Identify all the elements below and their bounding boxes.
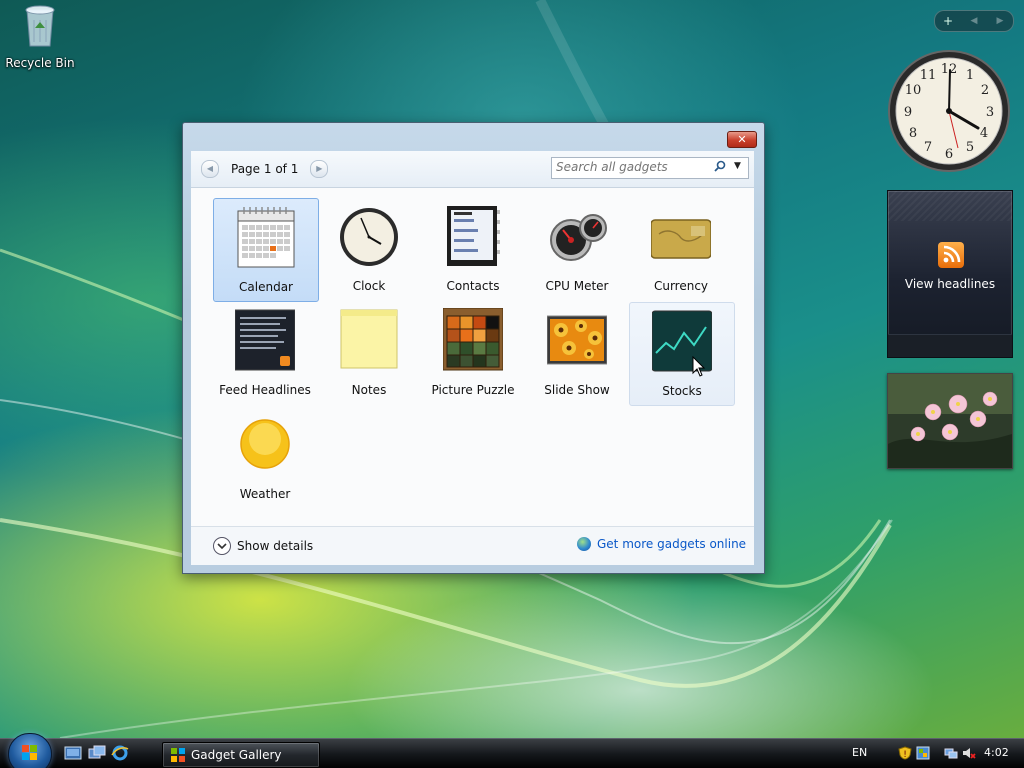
- recycle-bin[interactable]: Recycle Bin: [4, 2, 76, 70]
- language-indicator[interactable]: EN: [852, 746, 867, 759]
- next-page-button[interactable]: ▶: [310, 160, 329, 178]
- clock-time[interactable]: 4:02: [984, 746, 1009, 759]
- get-more-gadgets-label: Get more gadgets online: [597, 537, 747, 551]
- gadget-clock[interactable]: Clock: [317, 198, 421, 300]
- taskbar: Gadget Gallery EN ! 4:02: [0, 733, 1024, 768]
- gadget-name: Contacts: [446, 279, 500, 293]
- svg-text:3: 3: [986, 105, 994, 120]
- network-icon[interactable]: [944, 746, 958, 760]
- get-more-gadgets-link[interactable]: Get more gadgets online: [577, 537, 746, 551]
- windows-logo-icon: [22, 745, 37, 760]
- slide-show-icon: [547, 315, 607, 365]
- picture-puzzle-icon: [443, 308, 503, 371]
- contacts-icon: [447, 206, 500, 266]
- close-button[interactable]: ✕: [727, 131, 757, 148]
- gadget-name: Weather: [239, 487, 291, 501]
- gadget-cpu-meter[interactable]: CPU Meter: [525, 198, 629, 300]
- currency-icon: [651, 219, 711, 259]
- gadget-name: Notes: [351, 383, 387, 397]
- svg-text:10: 10: [905, 83, 922, 98]
- sidebar-controls: + ◀ ▶: [934, 10, 1014, 32]
- svg-text:8: 8: [909, 126, 917, 141]
- gadget-name: Feed Headlines: [219, 383, 311, 397]
- svg-text:5: 5: [966, 140, 974, 155]
- gadget-notes[interactable]: Notes: [317, 302, 421, 404]
- recycle-bin-label: Recycle Bin: [5, 56, 75, 70]
- gadget-calendar[interactable]: Calendar: [213, 198, 319, 302]
- show-details-toggle[interactable]: Show details: [213, 537, 313, 555]
- sidebar-next-button[interactable]: ▶: [987, 11, 1013, 31]
- feed-header-strip: [888, 191, 1012, 221]
- chevron-down-icon: [213, 537, 231, 555]
- gadget-grid: Calendar Clock Contacts CPU Meter Curren…: [191, 188, 754, 526]
- globe-icon: [577, 537, 591, 551]
- show-desktop-icon[interactable]: [64, 745, 82, 761]
- search-dropdown-icon[interactable]: ▼: [734, 161, 741, 171]
- feed-footer-strip: [888, 334, 1012, 357]
- svg-text:4: 4: [980, 126, 988, 141]
- clock-gadget[interactable]: 12 12 345 678 91011: [886, 48, 1012, 174]
- gadget-contacts[interactable]: Contacts: [421, 198, 525, 300]
- pager: ◀ Page 1 of 1 ▶: [201, 159, 329, 179]
- gadget-name: Picture Puzzle: [431, 383, 515, 397]
- sidebar-prev-button[interactable]: ◀: [961, 11, 987, 31]
- gadget-name: Slide Show: [544, 383, 610, 397]
- gadget-name: Calendar: [239, 280, 293, 294]
- recycle-bin-icon: [25, 5, 55, 47]
- taskbar-item-label: Gadget Gallery: [191, 748, 282, 762]
- feed-headlines-icon: [235, 309, 295, 371]
- prev-page-button[interactable]: ◀: [201, 160, 219, 178]
- rss-icon: [938, 242, 964, 268]
- svg-text:7: 7: [924, 140, 932, 155]
- gadget-currency[interactable]: Currency: [629, 198, 733, 300]
- mouse-cursor-icon: [692, 356, 706, 377]
- search-input[interactable]: [556, 159, 706, 175]
- feed-headlines-gadget[interactable]: View headlines: [887, 190, 1013, 358]
- svg-text:2: 2: [981, 83, 989, 98]
- svg-text:9: 9: [904, 105, 912, 120]
- gadget-name: Clock: [352, 279, 386, 293]
- gadget-feed-headlines[interactable]: Feed Headlines: [213, 302, 317, 404]
- security-shield-icon[interactable]: !: [898, 746, 912, 760]
- weather-icon: [240, 419, 290, 469]
- page-indicator: Page 1 of 1: [231, 162, 299, 176]
- gadget-gallery-icon: [171, 748, 185, 762]
- view-headlines-link[interactable]: View headlines: [888, 277, 1012, 291]
- notes-icon: [340, 309, 398, 369]
- gadget-name: Stocks: [662, 384, 702, 398]
- slide-show-gadget[interactable]: [887, 373, 1013, 469]
- gadget-stocks[interactable]: Stocks: [629, 302, 735, 406]
- add-gadget-button[interactable]: +: [935, 11, 961, 31]
- cpu-meter-icon: [550, 214, 607, 261]
- start-button[interactable]: [8, 733, 52, 768]
- svg-text:!: !: [903, 750, 907, 760]
- gallery-footer: Show details Get more gadgets online: [191, 526, 754, 565]
- clock-icon: [340, 208, 398, 266]
- show-details-label: Show details: [237, 539, 314, 553]
- taskbar-gadget-gallery[interactable]: Gadget Gallery: [162, 742, 320, 768]
- calendar-icon: [237, 207, 295, 268]
- search-icon[interactable]: [714, 160, 726, 175]
- gadget-name: CPU Meter: [545, 279, 609, 293]
- gallery-toolbar: ◀ Page 1 of 1 ▶ ▼: [191, 151, 754, 188]
- search-box[interactable]: ▼: [551, 157, 749, 179]
- switch-windows-icon[interactable]: [88, 745, 106, 761]
- svg-text:6: 6: [945, 147, 953, 162]
- gadget-weather[interactable]: Weather: [213, 406, 317, 508]
- svg-text:11: 11: [920, 68, 937, 83]
- sidebar-tray-icon[interactable]: [916, 746, 930, 760]
- gadget-picture-puzzle[interactable]: Picture Puzzle: [421, 302, 525, 404]
- gadget-gallery-window: ✕ ◀ Page 1 of 1 ▶ ▼: [182, 122, 765, 574]
- desktop: Recycle Bin + ◀ ▶ 1212 345 678 91011: [0, 0, 1024, 768]
- internet-explorer-icon[interactable]: [111, 745, 129, 761]
- gadget-name: Currency: [653, 279, 709, 293]
- gadget-slide-show[interactable]: Slide Show: [525, 302, 629, 404]
- svg-text:1: 1: [966, 68, 974, 83]
- volume-muted-icon[interactable]: [962, 746, 976, 760]
